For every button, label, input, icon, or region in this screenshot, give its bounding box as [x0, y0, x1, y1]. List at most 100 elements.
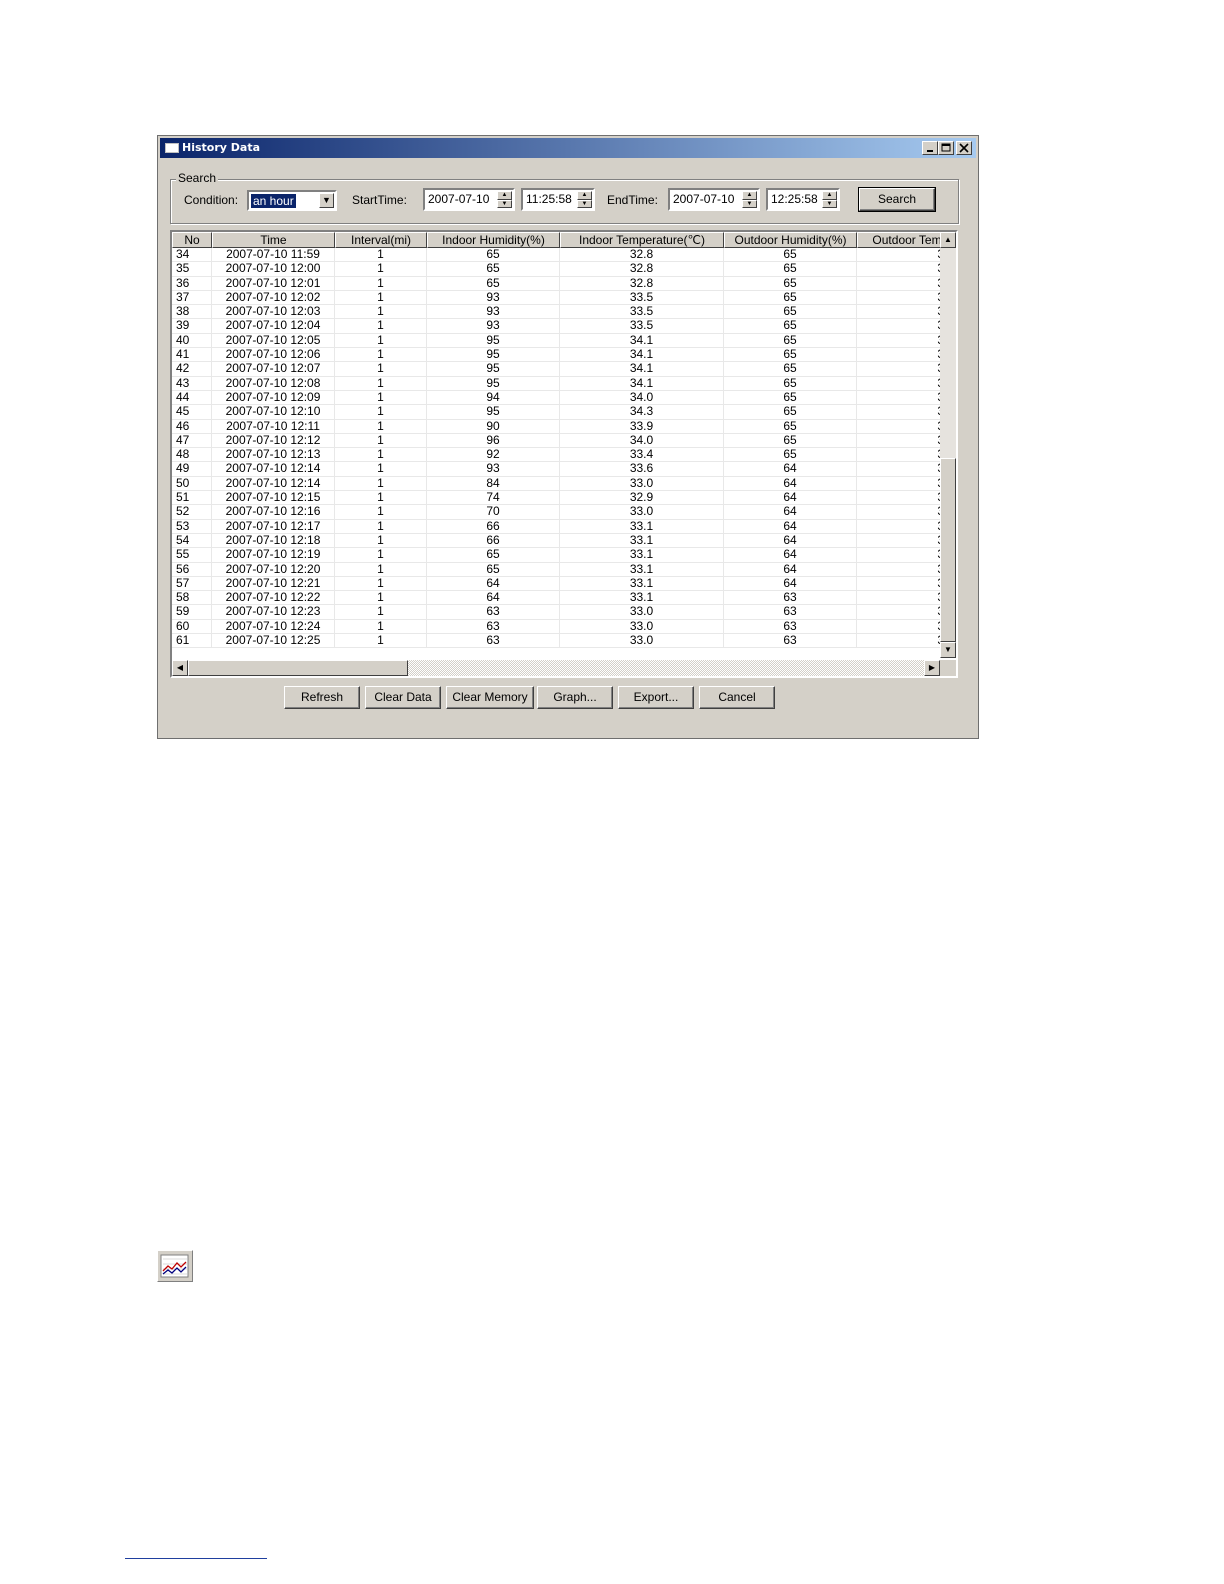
start-time-value: 11:25:58 [526, 192, 572, 206]
start-time-label: StartTime: [352, 193, 407, 207]
line-graph-icon[interactable] [157, 1250, 193, 1282]
graph-button[interactable]: Graph... [537, 686, 613, 709]
column-header[interactable]: No [172, 232, 212, 248]
table-cell: 2007-07-10 12:15 [212, 491, 335, 505]
start-date-field[interactable]: 2007-07-10 ▲ ▼ [423, 188, 515, 211]
horizontal-scrollbar[interactable]: ◀ ▶ [172, 660, 940, 676]
table-cell: 2007-07-10 12:09 [212, 390, 335, 405]
table-row[interactable]: 572007-07-10 12:2116433.16432. [172, 576, 956, 592]
table-cell: 2007-07-10 12:19 [212, 548, 335, 562]
table-row[interactable]: 612007-07-10 12:2516333.06332. [172, 634, 956, 649]
table-row[interactable]: 472007-07-10 12:1219634.06532. [172, 433, 956, 449]
start-time-field[interactable]: 11:25:58 ▲ ▼ [521, 188, 595, 211]
table-cell: 60 [172, 619, 212, 634]
refresh-button[interactable]: Refresh [284, 686, 360, 709]
table-row[interactable]: 562007-07-10 12:2016533.16432. [172, 562, 956, 577]
table-row[interactable]: 442007-07-10 12:0919434.06532. [172, 390, 956, 406]
scroll-up-icon[interactable]: ▲ [940, 232, 956, 248]
column-header[interactable]: Interval(mi) [335, 232, 427, 248]
table-row[interactable]: 482007-07-10 12:1319233.46532. [172, 448, 956, 463]
table-row[interactable]: 342007-07-10 11:5916532.86532. [172, 248, 956, 263]
table-cell: 64 [724, 562, 857, 576]
table-cell: 65 [724, 376, 857, 390]
condition-combobox[interactable]: an hour ▼ [247, 190, 337, 211]
clear-data-button[interactable]: Clear Data [365, 686, 441, 709]
scroll-left-icon[interactable]: ◀ [172, 660, 188, 676]
cancel-button[interactable]: Cancel [699, 686, 775, 709]
vertical-scroll-thumb[interactable] [940, 458, 956, 642]
spin-down-icon[interactable]: ▼ [742, 199, 757, 208]
table-cell: 2007-07-10 12:05 [212, 333, 335, 348]
table-cell: 2007-07-10 12:20 [212, 562, 335, 576]
maximize-button[interactable] [938, 141, 954, 155]
column-header[interactable]: Indoor Humidity(%) [427, 232, 560, 248]
condition-label: Condition: [184, 193, 239, 207]
table-row[interactable]: 502007-07-10 12:1418433.06432. [172, 476, 956, 492]
table-row[interactable]: 602007-07-10 12:2416333.06332. [172, 619, 956, 635]
table-cell: 93 [427, 290, 560, 305]
horizontal-scroll-thumb[interactable] [188, 660, 408, 676]
table-cell: 1 [335, 348, 427, 362]
column-header[interactable]: Outdoor Humidity(%) [724, 232, 857, 248]
clear-memory-button[interactable]: Clear Memory [446, 686, 534, 709]
table-row[interactable]: 542007-07-10 12:1816633.16432. [172, 533, 956, 549]
spin-up-icon[interactable]: ▲ [822, 191, 837, 200]
window-title: History Data [182, 141, 260, 154]
column-header[interactable]: Time [212, 232, 335, 248]
spin-up-icon[interactable]: ▲ [742, 191, 757, 200]
table-cell: 95 [427, 376, 560, 390]
table-row[interactable]: 422007-07-10 12:0719534.16532. [172, 362, 956, 377]
history-table[interactable]: No Time Interval(mi) Indoor Humidity(%) Indo… [170, 230, 958, 678]
minimize-button[interactable] [922, 141, 938, 155]
table-row[interactable]: 582007-07-10 12:2216433.16332. [172, 591, 956, 606]
close-button[interactable] [956, 141, 972, 155]
table-row[interactable]: 372007-07-10 12:0219333.56532. [172, 290, 956, 306]
table-row[interactable]: 462007-07-10 12:1119033.96532. [172, 419, 956, 434]
table-cell: 56 [172, 562, 212, 576]
table-row[interactable]: 532007-07-10 12:1716633.16432. [172, 519, 956, 534]
end-date-spinner[interactable]: ▲ ▼ [742, 191, 757, 208]
table-cell: 33.5 [560, 290, 724, 305]
spin-down-icon[interactable]: ▼ [822, 199, 837, 208]
chevron-down-icon[interactable]: ▼ [319, 193, 334, 208]
table-cell: 33.9 [560, 419, 724, 433]
table-cell: 33.1 [560, 548, 724, 562]
table-row[interactable]: 592007-07-10 12:2316333.06332. [172, 605, 956, 620]
table-cell: 65 [724, 419, 857, 433]
search-button[interactable]: Search [858, 187, 936, 212]
table-row[interactable]: 362007-07-10 12:0116532.86532. [172, 276, 956, 291]
scroll-right-icon[interactable]: ▶ [924, 660, 940, 676]
scroll-down-icon[interactable]: ▼ [940, 642, 956, 658]
table-cell: 2007-07-10 12:11 [212, 419, 335, 433]
title-bar[interactable]: History Data [160, 138, 976, 158]
start-time-spinner[interactable]: ▲ ▼ [577, 191, 592, 208]
table-row[interactable]: 432007-07-10 12:0819534.16532. [172, 376, 956, 391]
export-button[interactable]: Export... [618, 686, 694, 709]
table-row[interactable]: 492007-07-10 12:1419333.66432. [172, 462, 956, 477]
spin-down-icon[interactable]: ▼ [577, 199, 592, 208]
table-cell: 37 [172, 290, 212, 305]
vertical-scrollbar[interactable]: ▲ ▼ [940, 232, 956, 658]
table-row[interactable]: 402007-07-10 12:0519534.16532. [172, 333, 956, 349]
end-date-field[interactable]: 2007-07-10 ▲ ▼ [668, 188, 760, 211]
table-cell: 41 [172, 348, 212, 362]
spin-down-icon[interactable]: ▼ [497, 199, 512, 208]
table-row[interactable]: 382007-07-10 12:0319333.56532. [172, 305, 956, 320]
table-row[interactable]: 412007-07-10 12:0619534.16532. [172, 348, 956, 363]
end-time-spinner[interactable]: ▲ ▼ [822, 191, 837, 208]
table-row[interactable]: 552007-07-10 12:1916533.16432. [172, 548, 956, 563]
spin-up-icon[interactable]: ▲ [497, 191, 512, 200]
table-row[interactable]: 392007-07-10 12:0419333.56532. [172, 319, 956, 334]
table-cell: 2007-07-10 12:21 [212, 576, 335, 591]
end-time-field[interactable]: 12:25:58 ▲ ▼ [766, 188, 840, 211]
table-row[interactable]: 452007-07-10 12:1019534.36532. [172, 405, 956, 420]
column-header[interactable]: Indoor Temperature(℃) [560, 232, 724, 248]
table-row[interactable]: 522007-07-10 12:1617033.06432. [172, 505, 956, 520]
table-row[interactable]: 512007-07-10 12:1517432.96432. [172, 491, 956, 506]
start-date-spinner[interactable]: ▲ ▼ [497, 191, 512, 208]
table-cell: 95 [427, 348, 560, 362]
table-row[interactable]: 352007-07-10 12:0016532.86532. [172, 262, 956, 277]
spin-up-icon[interactable]: ▲ [577, 191, 592, 200]
table-cell: 1 [335, 619, 427, 634]
table-cell: 65 [724, 433, 857, 448]
